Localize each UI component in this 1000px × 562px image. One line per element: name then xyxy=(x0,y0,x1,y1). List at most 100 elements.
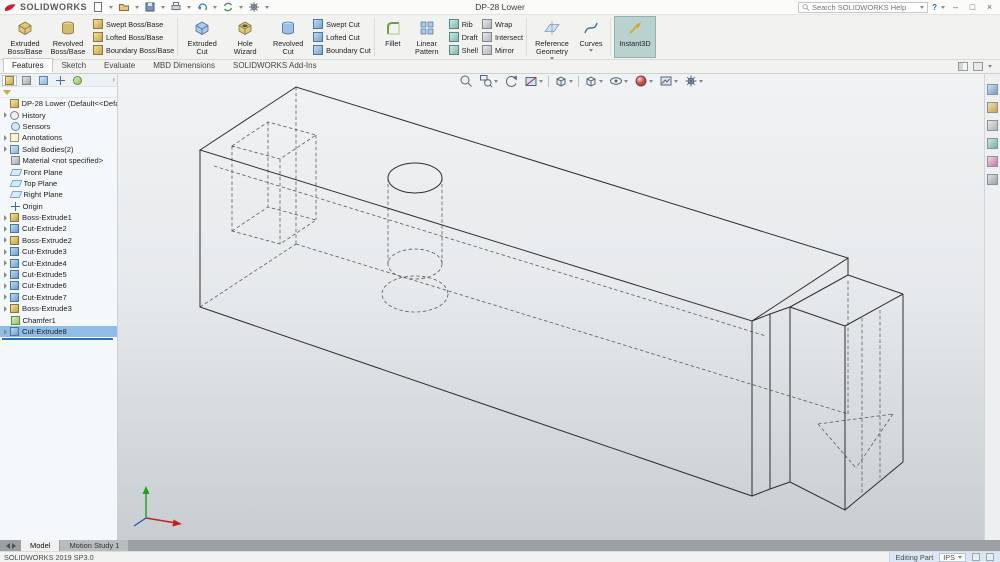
orientation-caret[interactable] xyxy=(569,79,573,83)
zoom-to-fit-button[interactable] xyxy=(458,74,474,88)
tab-scroll-controls[interactable] xyxy=(2,540,20,551)
swept-cut-button[interactable]: Swept Cut xyxy=(313,18,371,30)
tree-item-boss-extrude1[interactable]: Boss-Extrude1 xyxy=(0,212,117,223)
instant3d-button[interactable]: Instant3D xyxy=(614,16,656,58)
expand-icon[interactable] xyxy=(4,237,7,244)
pane-split-icon[interactable] xyxy=(958,62,968,71)
options-gear-icon[interactable] xyxy=(247,1,261,13)
expand-icon[interactable] xyxy=(4,214,7,221)
mirror-button[interactable]: Mirror xyxy=(482,44,523,56)
reference-geometry-button[interactable]: Reference Geometry xyxy=(530,16,574,60)
expand-icon[interactable] xyxy=(4,294,7,301)
section-caret[interactable] xyxy=(539,79,543,83)
help-button[interactable]: ? xyxy=(932,3,937,12)
display-style-caret[interactable] xyxy=(599,79,603,83)
scene-caret[interactable] xyxy=(674,79,678,83)
open-dropdown-caret[interactable] xyxy=(135,5,139,9)
expand-icon[interactable] xyxy=(4,305,7,312)
revolved-boss-base-button[interactable]: Revolved Boss/Base xyxy=(47,16,89,58)
curves-caret[interactable] xyxy=(589,49,593,52)
search-scope-caret[interactable] xyxy=(920,5,925,9)
custom-properties-icon[interactable] xyxy=(987,174,998,185)
linear-pattern-button[interactable]: Linear Pattern xyxy=(409,16,445,58)
tree-item-boss-extrude3[interactable]: Boss-Extrude3 xyxy=(0,303,117,314)
undo-dropdown-caret[interactable] xyxy=(213,5,217,9)
tree-item-sensors[interactable]: Sensors xyxy=(0,121,117,132)
expand-icon[interactable] xyxy=(4,134,7,141)
tree-item-front-plane[interactable]: Front Plane xyxy=(0,166,117,177)
search-input[interactable] xyxy=(811,2,919,12)
save-dropdown-caret[interactable] xyxy=(161,5,165,9)
appearances-scenes-icon[interactable] xyxy=(987,156,998,167)
zoom-caret[interactable] xyxy=(494,79,498,83)
help-dropdown-caret[interactable] xyxy=(941,5,945,9)
view-settings-caret[interactable] xyxy=(699,79,703,83)
edit-appearance-button[interactable] xyxy=(633,74,654,88)
intersect-button[interactable]: Intersect xyxy=(482,31,523,43)
wrap-button[interactable]: Wrap xyxy=(482,18,523,30)
boundary-cut-button[interactable]: Boundary Cut xyxy=(313,44,371,56)
extruded-cut-button[interactable]: Extruded Cut xyxy=(181,16,223,58)
status-quick-tips-icon[interactable] xyxy=(986,553,994,561)
display-style-button[interactable] xyxy=(583,74,604,88)
print-icon[interactable] xyxy=(169,1,183,13)
new-document-icon[interactable] xyxy=(91,1,105,13)
expand-icon[interactable] xyxy=(4,248,7,255)
lofted-boss-base-button[interactable]: Lofted Boss/Base xyxy=(93,31,174,43)
tab-sketch[interactable]: Sketch xyxy=(53,58,95,73)
tree-root[interactable]: DP-28 Lower (Default<<Default>_Disp xyxy=(0,98,117,109)
rollback-bar[interactable] xyxy=(2,338,113,341)
dimxpert-manager-tab[interactable] xyxy=(53,75,68,86)
filter-funnel-icon[interactable] xyxy=(3,89,11,95)
close-button[interactable]: × xyxy=(983,1,996,14)
wireframe-model[interactable] xyxy=(118,74,984,540)
view-orientation-button[interactable] xyxy=(553,74,574,88)
minimize-button[interactable]: – xyxy=(949,1,962,14)
fillet-button[interactable]: Fillet xyxy=(378,16,408,58)
view-settings-button[interactable] xyxy=(683,74,704,88)
hide-show-caret[interactable] xyxy=(624,79,628,83)
new-dropdown-caret[interactable] xyxy=(109,5,113,9)
pane-display-icon[interactable] xyxy=(973,62,983,71)
file-explorer-icon[interactable] xyxy=(987,120,998,131)
tab-solidworks-addins[interactable]: SOLIDWORKS Add-Ins xyxy=(224,58,326,73)
tree-item-chamfer1[interactable]: Chamfer1 xyxy=(0,314,117,325)
tree-item-cut-extrude3[interactable]: Cut-Extrude3 xyxy=(0,246,117,257)
tree-item-top-plane[interactable]: Top Plane xyxy=(0,178,117,189)
expand-icon[interactable] xyxy=(4,225,7,232)
configuration-manager-tab[interactable] xyxy=(36,75,51,86)
print-dropdown-caret[interactable] xyxy=(187,5,191,9)
boundary-boss-base-button[interactable]: Boundary Boss/Base xyxy=(93,44,174,56)
save-icon[interactable] xyxy=(143,1,157,13)
curves-button[interactable]: Curves xyxy=(575,16,607,58)
expand-icon[interactable] xyxy=(4,146,7,153)
maximize-button[interactable]: □ xyxy=(966,1,979,14)
tab-features[interactable]: Features xyxy=(3,58,53,73)
expand-icon[interactable] xyxy=(4,112,7,119)
swept-boss-base-button[interactable]: Swept Boss/Base xyxy=(93,18,174,30)
previous-view-button[interactable] xyxy=(503,74,519,88)
tree-item-annotations[interactable]: Annotations xyxy=(0,132,117,143)
section-view-button[interactable] xyxy=(523,74,544,88)
feature-manager-tab[interactable] xyxy=(2,74,17,86)
solidworks-resources-icon[interactable] xyxy=(987,84,998,95)
open-icon[interactable] xyxy=(117,1,131,13)
extruded-boss-base-button[interactable]: Extruded Boss/Base xyxy=(4,16,46,58)
unit-system-selector[interactable]: IPS xyxy=(939,552,966,562)
expand-icon[interactable] xyxy=(4,282,7,289)
options-dropdown-caret[interactable] xyxy=(265,5,269,9)
tab-mbd-dimensions[interactable]: MBD Dimensions xyxy=(144,58,224,73)
rebuild-dropdown-caret[interactable] xyxy=(239,5,243,9)
expand-icon[interactable] xyxy=(4,328,7,335)
tree-item-cut-extrude4[interactable]: Cut-Extrude4 xyxy=(0,257,117,268)
tree-item-cut-extrude7[interactable]: Cut-Extrude7 xyxy=(0,292,117,303)
apply-scene-button[interactable] xyxy=(658,74,679,88)
revolved-cut-button[interactable]: Revolved Cut xyxy=(267,16,309,58)
tree-item-material[interactable]: Material <not specified> xyxy=(0,155,117,166)
display-manager-tab[interactable] xyxy=(70,75,85,86)
panel-flyout-arrow[interactable]: › xyxy=(112,75,115,85)
appearance-caret[interactable] xyxy=(649,79,653,83)
draft-button[interactable]: Draft xyxy=(448,31,478,43)
hide-show-items-button[interactable] xyxy=(608,74,629,88)
model-tab[interactable]: Model xyxy=(21,540,60,551)
